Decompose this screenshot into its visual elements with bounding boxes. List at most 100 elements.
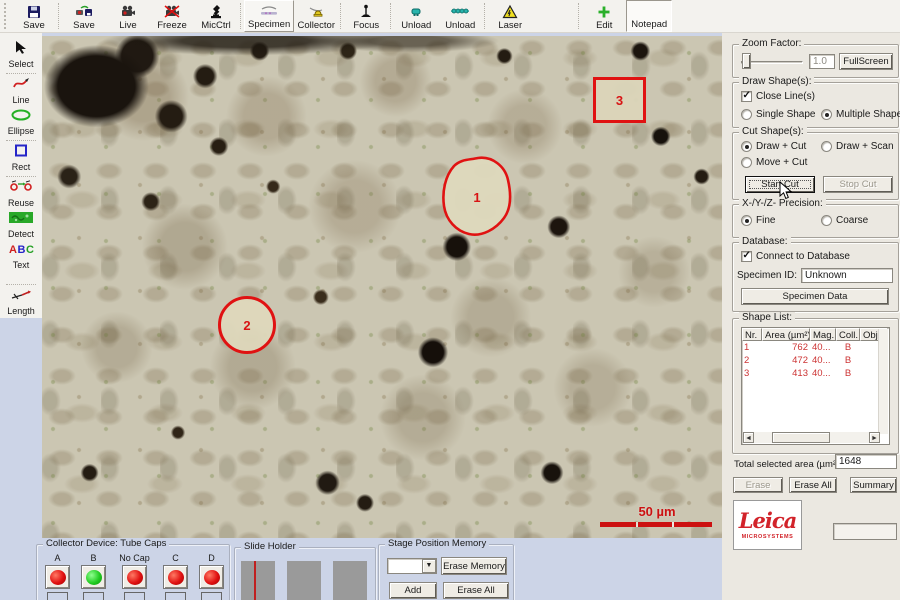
length-ruler-icon [10,288,32,306]
slide-slot-2[interactable] [287,561,321,600]
cap-a-slot[interactable] [47,592,68,600]
specimen-id-field[interactable]: Unknown [801,268,893,283]
abc-text-icon: ABC [8,242,34,260]
toolbar-separator [390,3,392,29]
toolbar-button-live[interactable]: Live [106,0,150,32]
toolbar-button-specimen[interactable]: Specimen [244,0,294,32]
scrollbar-thumb[interactable] [772,432,830,443]
toolbar-button-laser[interactable]: Laser [488,0,532,32]
toolbar-grip[interactable] [4,3,10,29]
cap-c-slot[interactable] [165,592,186,600]
tube-cap-c: C [160,553,191,600]
cut-shape-2-circle[interactable]: 2 [218,296,276,354]
precision-fine-radio[interactable] [741,215,752,226]
draw-cut-radio[interactable] [741,141,752,152]
draw-scan-radio[interactable] [821,141,832,152]
toolbar-separator [578,3,580,29]
cap-a-button[interactable] [45,565,70,589]
svg-text:A: A [9,244,17,255]
total-area-label: Total selected area (µm²): [734,459,842,470]
cap-d-slot[interactable] [201,592,222,600]
zoom-slider-thumb[interactable] [742,53,751,69]
tube-cap-d: D [196,553,227,600]
cut-shape-1-freehand[interactable]: 1 [438,154,516,240]
toolbar-button-edit[interactable]: Edit [582,0,626,32]
specimen-data-button[interactable]: Specimen Data [741,288,889,305]
shape-list-row-2[interactable]: 2 472 40... B 0 [742,354,889,367]
freehand-line-icon [12,77,30,95]
toolbar-separator [58,3,60,29]
add-memory-button[interactable]: Add [389,582,437,599]
database-group: Database: Connect to Database Specimen I… [732,242,899,312]
shape-list-row-3[interactable]: 3 413 40... B 0 [742,367,889,380]
zoom-value-field[interactable]: 1.0 [809,54,835,69]
sidebar-separator [6,140,36,141]
summary-button[interactable]: Summary [850,477,897,493]
total-area-row: Total selected area (µm²): 1648 [732,454,897,470]
detect-icon [8,211,34,229]
main-toolbar: Save Save Live Freeze MicCtrl [0,0,900,33]
shape-number-label: 1 [438,154,516,240]
erase-all-button[interactable]: Erase All [789,477,837,493]
toolbar-button-freeze[interactable]: Freeze [150,0,194,32]
scroll-left-arrow-icon[interactable]: ◄ [743,432,754,443]
fullscreen-button[interactable]: FullScreen [839,53,893,70]
scale-bar-label: 50 µm [602,504,712,519]
toolbar-button-save-image[interactable]: Save [62,0,106,32]
shape-list-row-1[interactable]: 1 762 40... B 0 [742,341,889,354]
cut-shape-3-rect[interactable]: 3 [593,77,646,123]
toolbar-button-micctrl[interactable]: MicCtrl [194,0,238,32]
camera-save-icon [75,3,93,20]
cap-d-button[interactable] [199,565,224,589]
multiple-shapes-radio[interactable] [821,109,832,120]
stop-cut-button[interactable]: Stop Cut [823,176,893,193]
toolbar-button-notepad[interactable]: Notepad [626,0,672,32]
slide-slot-3[interactable] [333,561,367,600]
scroll-right-arrow-icon[interactable]: ► [869,432,880,443]
cap-lamp-icon [127,570,143,585]
toolbar-button-focus[interactable]: Focus [344,0,388,32]
connect-database-checkbox[interactable] [741,251,752,262]
tool-reuse[interactable]: Reuse [0,179,42,210]
close-lines-checkbox[interactable] [741,91,752,102]
memory-position-dropdown[interactable]: ▼ [387,558,437,574]
microscope-image-viewer[interactable]: 1 2 3 50 µm [42,36,722,538]
focus-pin-icon [358,3,374,20]
tool-text[interactable]: ABC Text [0,241,42,272]
erase-button[interactable]: Erase [733,477,783,493]
precision-coarse-radio[interactable] [821,215,832,226]
tool-line[interactable]: Line [0,76,42,107]
shape-list-vertical-scrollbar[interactable] [878,329,888,434]
erase-memory-button[interactable]: Erase Memory [441,557,507,575]
toolbar-button-unload-1[interactable]: Unload [394,0,438,32]
toolbar-separator [484,3,486,29]
no-cap-slot[interactable] [124,592,145,600]
collector-device-group: Collector Device: Tube Caps A B No Cap C [36,544,230,600]
cap-c-button[interactable] [163,565,188,589]
shape-list-horizontal-scrollbar[interactable]: ◄ ► [743,432,880,443]
tool-detect[interactable]: Detect [0,210,42,241]
cap-lamp-icon [50,570,66,585]
chevron-down-icon[interactable]: ▼ [422,559,436,573]
laser-warning-icon [502,3,518,20]
leica-logo: Leica MICROSYSTEMS [733,500,802,550]
stage-position-memory-group: Stage Position Memory ▼ Erase Memory Add… [378,544,514,600]
tool-length[interactable]: Length [0,287,42,318]
tool-select[interactable]: Select [0,39,42,71]
tool-rect[interactable]: Rect [0,143,42,174]
toolbar-button-collector[interactable]: Collector [294,0,338,32]
status-field [833,523,897,540]
single-shape-radio[interactable] [741,109,752,120]
toolbar-button-unload-2[interactable]: Unload [438,0,482,32]
cap-b-button[interactable] [81,565,106,589]
move-cut-radio[interactable] [741,157,752,168]
toolbar-button-save-file[interactable]: Save [12,0,56,32]
tool-ellipse[interactable]: Ellipse [0,107,42,138]
mouse-cursor [779,181,793,201]
no-cap-button[interactable] [122,565,147,589]
shape-list-table[interactable]: Nr. Area (µm²) Mag. Coll. Objects 1 762 … [741,327,890,445]
total-area-field[interactable]: 1648 [835,454,897,469]
slide-slot-1[interactable] [241,561,275,600]
erase-all-memory-button[interactable]: Erase All [443,582,509,599]
cap-b-slot[interactable] [83,592,104,600]
